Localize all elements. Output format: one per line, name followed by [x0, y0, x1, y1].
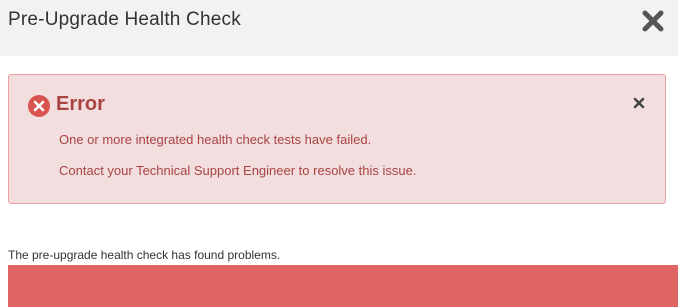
alert-message-failed: One or more integrated health check test… [59, 132, 372, 147]
progress-fill [8, 265, 678, 307]
progress-bar [8, 265, 678, 307]
dialog-header: Pre-Upgrade Health Check [0, 0, 678, 56]
alert-message-contact: Contact your Technical Support Engineer … [59, 163, 417, 178]
close-icon[interactable] [640, 8, 666, 34]
dialog-title: Pre-Upgrade Health Check [8, 9, 241, 30]
health-check-dialog: Pre-Upgrade Health Check Error One or mo… [0, 0, 678, 307]
alert-title: Error [56, 93, 105, 115]
summary-text: The pre-upgrade health check has found p… [8, 248, 281, 262]
alert-dismiss-icon[interactable] [633, 96, 645, 109]
error-alert: Error One or more integrated health chec… [8, 74, 666, 204]
error-circle-icon [27, 94, 51, 118]
